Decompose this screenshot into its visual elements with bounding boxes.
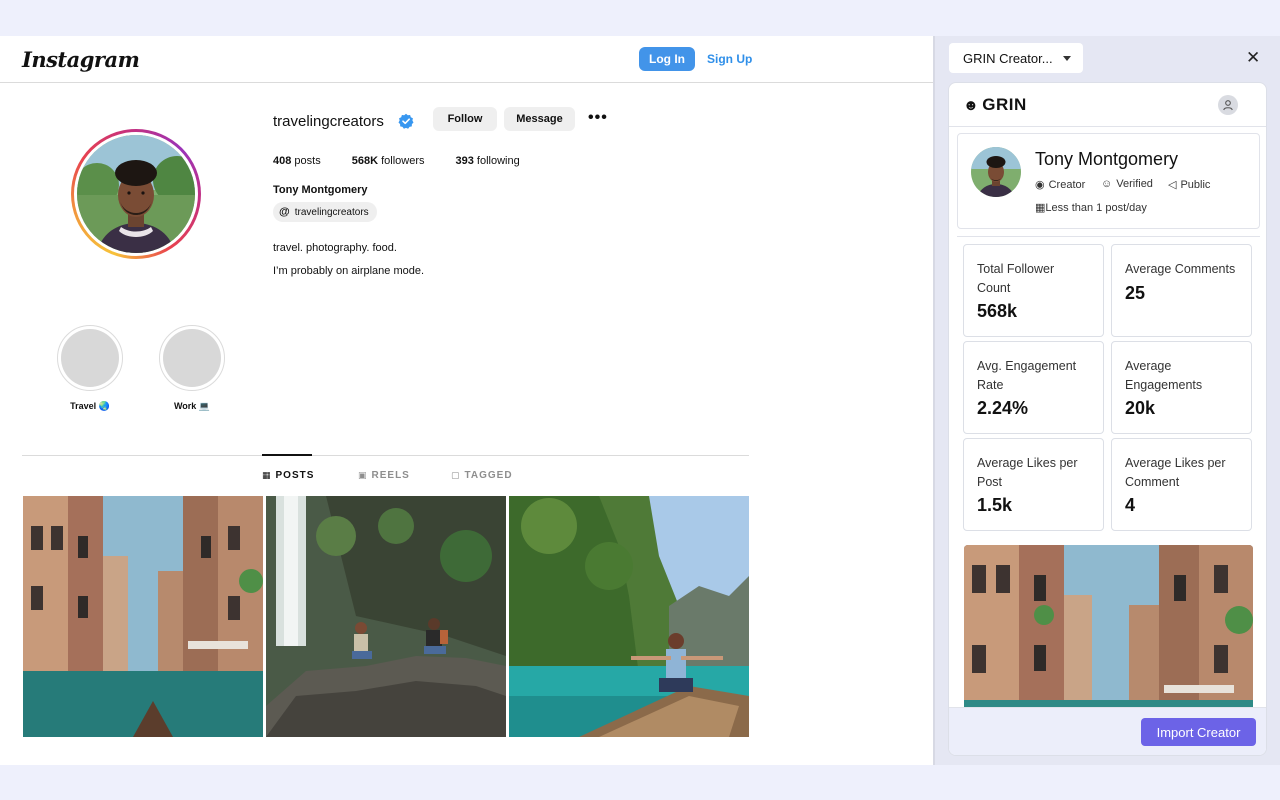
recent-post-image — [964, 545, 1253, 715]
metric-average-likes-per-post: Average Likes per Post 1.5k — [963, 438, 1104, 531]
followers-stat[interactable]: 568K followers — [352, 155, 425, 167]
tagged-icon: ▢ — [451, 470, 461, 480]
message-button[interactable]: Message — [504, 107, 575, 131]
creator-verified: ☺ Verified — [1101, 178, 1153, 190]
metric-label: Average Likes per Post — [977, 456, 1078, 489]
instagram-logo[interactable]: Instagram — [22, 47, 140, 72]
metric-value: 568k — [977, 301, 1018, 321]
post-boat-lake[interactable] — [509, 496, 749, 737]
threads-link[interactable]: @ travelingcreators — [273, 202, 377, 222]
grin-logo: ☻ GRIN — [963, 95, 1027, 114]
instagram-header: Instagram Log In Sign Up — [0, 36, 933, 83]
post-venice-canal[interactable] — [23, 496, 263, 737]
metric-label: Avg. Engagement Rate — [977, 359, 1077, 392]
person-circle-icon: ◉ — [1035, 179, 1045, 191]
creator-role: ◉ Creator — [1035, 178, 1086, 192]
bio-line-2: I’m probably on airplane mode. — [273, 265, 425, 277]
metric-total-follower-count: Total Follower Count 568k — [963, 244, 1104, 337]
profile-photo — [77, 135, 195, 253]
metric-average-engagements: Average Engagements 20k — [1111, 341, 1252, 434]
dropdown-label: GRIN Creator... — [963, 50, 1053, 66]
metric-value: 4 — [1125, 495, 1136, 515]
metric-label: Total Follower Count — [977, 262, 1055, 295]
account-icon[interactable] — [1218, 95, 1238, 115]
highlight-cover — [57, 325, 123, 391]
verified-badge-icon — [398, 113, 414, 129]
tab-posts[interactable]: ▦ POSTS — [262, 470, 314, 481]
grin-card: ☻ GRIN Tony Montgomery ◉ Creator ☺ Verif… — [948, 82, 1267, 756]
tab-reels[interactable]: ▣ REELS — [358, 470, 410, 481]
metric-value: 1.5k — [977, 495, 1013, 515]
post-grid — [23, 496, 749, 737]
profile-username: travelingcreators — [273, 113, 384, 130]
creator-summary: Tony Montgomery ◉ Creator ☺ Verified ◁ P… — [957, 133, 1260, 229]
metric-label: Average Likes per Comment — [1125, 456, 1226, 489]
tabs-divider — [22, 455, 749, 456]
highlight-label: Travel 🌏 — [70, 401, 110, 411]
posts-stat: 408 posts — [273, 155, 321, 167]
grin-footer: Import Creator — [949, 707, 1266, 755]
threads-handle: travelingcreators — [294, 206, 369, 218]
person-check-icon: ☺ — [1101, 178, 1113, 190]
highlight-work[interactable]: Work 💻 — [159, 325, 225, 412]
profile-stats: 408 posts 568K followers 393 following — [273, 155, 551, 167]
metric-value: 25 — [1125, 282, 1146, 303]
metric-average-comments: Average Comments 25 — [1111, 244, 1252, 337]
login-button[interactable]: Log In — [639, 47, 695, 71]
follow-button[interactable]: Follow — [433, 107, 497, 131]
metric-value: 20k — [1125, 398, 1156, 418]
megaphone-icon: ◁ — [1168, 179, 1177, 191]
metric-label: Average Engagements — [1125, 359, 1203, 392]
bio-line-1: travel. photography. food. — [273, 242, 397, 254]
metric-average-likes-per-comment: Average Likes per Comment 4 — [1111, 438, 1252, 531]
import-creator-button[interactable]: Import Creator — [1141, 718, 1256, 746]
post-waterfall-rocks[interactable] — [266, 496, 506, 737]
metric-value: 2.24% — [977, 398, 1029, 418]
metric-avg-engagement-rate: Avg. Engagement Rate 2.24% — [963, 341, 1104, 434]
profile-avatar[interactable] — [71, 129, 201, 259]
close-icon[interactable]: ✕ — [1246, 49, 1260, 66]
signup-link[interactable]: Sign Up — [707, 52, 752, 66]
following-stat[interactable]: 393 following — [455, 155, 519, 167]
grin-header: ☻ GRIN — [949, 83, 1266, 127]
more-options-icon[interactable]: ••• — [588, 110, 608, 126]
active-tab-indicator — [262, 454, 312, 456]
creator-post-frequency: ▦ Less than 1 post/day — [1035, 201, 1147, 215]
highlight-label: Work 💻 — [173, 401, 211, 411]
profile-full-name: Tony Montgomery — [273, 184, 368, 196]
creator-avatar — [971, 147, 1021, 197]
grin-smile-icon: ☻ — [963, 96, 980, 114]
tab-tagged[interactable]: ▢ TAGGED — [451, 470, 513, 481]
reels-icon: ▣ — [358, 470, 368, 480]
creator-name: Tony Montgomery — [1035, 149, 1179, 169]
instagram-page: Instagram Log In Sign Up travelingcreato… — [0, 36, 933, 765]
caret-down-icon — [1063, 56, 1071, 61]
calendar-icon: ▦ — [1035, 202, 1046, 214]
extension-selector-dropdown[interactable]: GRIN Creator... — [949, 43, 1083, 73]
threads-icon: @ — [279, 206, 290, 218]
highlight-cover — [159, 325, 225, 391]
grid-icon: ▦ — [262, 470, 272, 480]
highlight-travel[interactable]: Travel 🌏 — [57, 325, 123, 412]
creator-visibility: ◁ Public — [1168, 178, 1211, 192]
metric-label: Average Comments — [1125, 262, 1236, 276]
